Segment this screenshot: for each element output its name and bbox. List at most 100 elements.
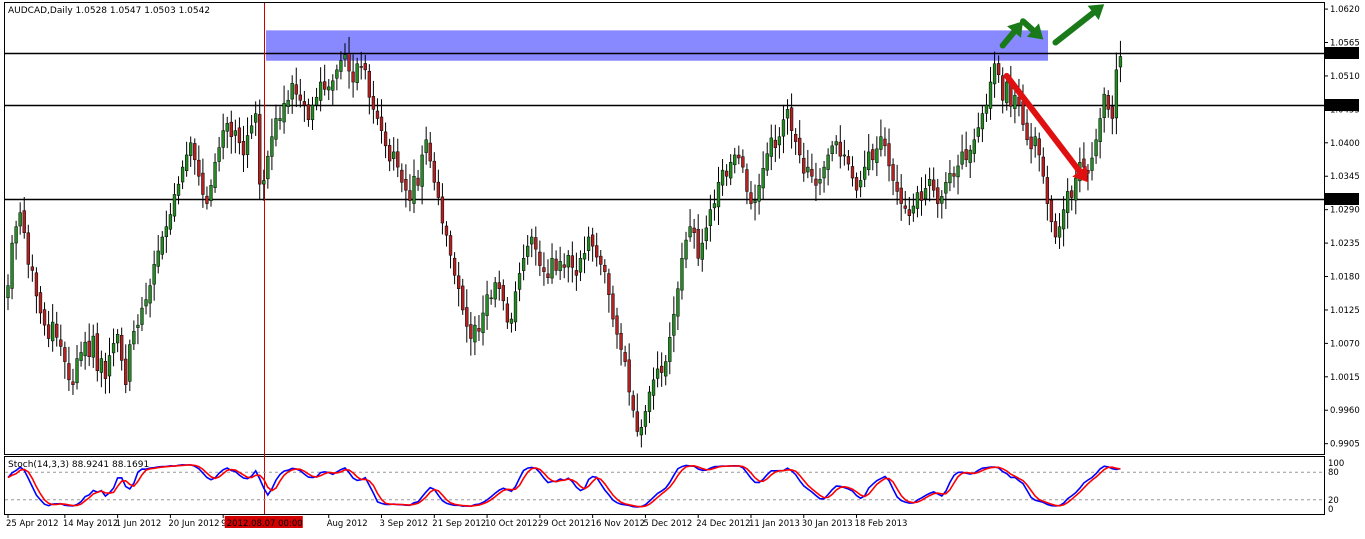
candle-body <box>582 253 587 260</box>
candle-body <box>55 323 59 338</box>
candle-body <box>420 154 424 187</box>
candle-body <box>814 178 818 186</box>
date-tick-label: 16 Nov 2012 <box>591 519 645 529</box>
candle-body <box>327 86 331 91</box>
date-tick-label: 5 Dec 2012 <box>643 519 692 529</box>
price-tick-label: 1.0180 <box>1330 273 1360 283</box>
candle-body <box>724 170 729 177</box>
price-tick-label: 1.0345 <box>1330 172 1360 182</box>
candle-body <box>534 237 538 250</box>
candle-body <box>684 239 688 260</box>
candle-body <box>903 205 907 209</box>
candle-body <box>846 156 851 165</box>
candle-body <box>51 321 55 342</box>
chart-canvas[interactable]: 10080200 1.06201.05651.05101.04551.04001… <box>0 0 1365 535</box>
candle-body <box>132 330 136 345</box>
candle-body <box>91 335 95 358</box>
resistance-zone <box>266 30 1048 61</box>
candle-body <box>205 195 209 204</box>
candle-body <box>1106 95 1110 110</box>
candle-body <box>355 63 359 83</box>
candle-body <box>286 100 290 107</box>
candle-body <box>444 225 449 236</box>
candle-body <box>526 245 530 257</box>
candle-body <box>972 139 976 154</box>
candle-body <box>233 130 238 136</box>
candle-body <box>473 324 477 343</box>
candle-body <box>34 272 39 297</box>
candle-body <box>489 297 493 300</box>
candle-body <box>485 294 489 316</box>
candle-body <box>448 235 453 256</box>
candle-body <box>915 192 920 209</box>
candle-body <box>777 136 782 146</box>
candle-body <box>1094 139 1098 157</box>
chart-window[interactable]: 10080200 1.06201.05651.05101.04551.04001… <box>0 0 1365 535</box>
resistance-zone-layer <box>266 30 1048 61</box>
candle-body <box>1061 209 1066 230</box>
candle-body <box>160 236 164 255</box>
candle-body <box>225 123 229 132</box>
candle-body <box>416 177 420 186</box>
candle-body <box>1082 158 1086 168</box>
level-price-label-1: 1.0462 <box>1328 102 1358 112</box>
candle-body <box>1045 177 1050 204</box>
date-tick-label: 30 Jan 2013 <box>802 519 853 529</box>
candle-body <box>530 236 534 245</box>
candle-body <box>270 136 274 157</box>
candle-body <box>830 145 834 154</box>
candle-body <box>1029 136 1033 150</box>
candle-body <box>948 172 952 184</box>
date-tick-label: 20 Jun 2012 <box>168 519 219 529</box>
candle-body <box>720 169 725 186</box>
candle-body <box>513 291 518 323</box>
candle-body <box>505 303 510 323</box>
candle-body <box>631 395 635 411</box>
candle-body <box>99 358 104 373</box>
candle-body <box>607 273 611 296</box>
candle-body <box>184 154 189 172</box>
candle-body <box>428 142 432 162</box>
candle-body <box>992 63 997 85</box>
candle-body <box>128 344 132 382</box>
candle-body <box>140 307 144 325</box>
candle-body <box>936 187 940 204</box>
candle-body <box>168 214 173 230</box>
date-tick-label: 1 Jun 2012 <box>116 519 162 529</box>
cursor-date-label: 2012.08.07 00:00 <box>227 519 303 529</box>
candle-body <box>1102 93 1106 118</box>
candle-body <box>294 84 298 95</box>
candle-body <box>432 160 436 183</box>
candle-body <box>6 285 10 299</box>
candle-body <box>375 110 380 119</box>
candle-body <box>79 352 83 361</box>
candle-body <box>120 335 124 361</box>
price-tick-label: 0.9960 <box>1330 406 1360 416</box>
date-tick-label: 3 Sep 2012 <box>380 519 428 529</box>
candle-body <box>266 155 270 180</box>
candle-body <box>826 154 830 170</box>
candle-body <box>590 234 595 247</box>
candle-body <box>440 196 445 224</box>
candle-body <box>676 288 680 317</box>
candle-body <box>1110 106 1114 119</box>
candle-body <box>424 139 428 153</box>
candle-body <box>1098 118 1102 143</box>
candle-body <box>1013 95 1017 109</box>
candle-body <box>274 118 278 140</box>
candle-body <box>1049 199 1054 223</box>
candle-body <box>570 255 574 268</box>
candle-body <box>339 60 343 72</box>
date-tick-label: 29 Oct 2012 <box>538 519 591 529</box>
date-tick-label: 24 Dec 2012 <box>696 519 750 529</box>
candle-body <box>452 257 457 276</box>
candle-body <box>850 166 855 179</box>
candle-body <box>729 161 733 179</box>
candle-body <box>761 168 765 189</box>
candle-body <box>497 282 501 289</box>
candle-body <box>586 236 591 251</box>
candle-body <box>400 169 404 183</box>
candle-body <box>481 312 485 333</box>
date-tick-label: 10 Oct 2012 <box>485 519 538 529</box>
candle-body <box>927 179 932 187</box>
